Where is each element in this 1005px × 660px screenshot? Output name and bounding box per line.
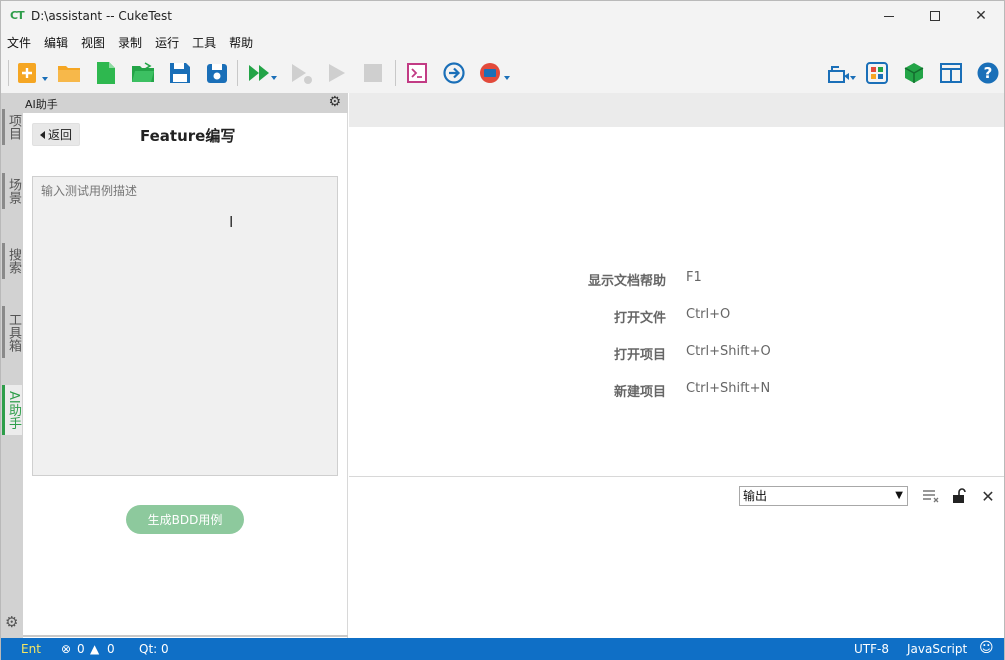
close-button[interactable]: ✕ (958, 1, 1004, 31)
language-status[interactable]: JavaScript (907, 642, 967, 656)
shortcut-label: 显示文档帮助 (587, 274, 666, 289)
app-window: CT D:\assistant -- CukeTest ✕ 文件 编辑 视图 录… (0, 0, 1005, 660)
left-tab-strip: 项目 场景 搜索 工具箱 AI助手 ⚙ (1, 93, 23, 638)
toolbar-separator (8, 60, 9, 86)
chevron-down-icon[interactable] (504, 76, 510, 80)
package-icon[interactable] (902, 61, 926, 85)
close-icon[interactable]: ✕ (978, 486, 998, 506)
chevron-down-icon[interactable] (850, 76, 856, 80)
tab-toolbox[interactable]: 工具箱 (2, 306, 22, 358)
title-bar: CT D:\assistant -- CukeTest ✕ (1, 1, 1004, 31)
minimize-icon (884, 15, 894, 17)
feature-title: Feature编写 (140, 127, 236, 145)
new-document-icon[interactable] (94, 61, 118, 85)
editor-welcome: 显示文档帮助 F1 打开文件 Ctrl+O 打开项目 Ctrl+Shift+O … (349, 127, 1004, 477)
svg-text:?: ? (984, 64, 993, 82)
back-button[interactable]: 返回 (32, 123, 80, 146)
tab-project[interactable]: 项目 (2, 109, 22, 145)
gear-icon[interactable]: ⚙ (328, 94, 341, 110)
error-count[interactable]: 0 (77, 642, 85, 656)
maximize-icon (930, 11, 940, 21)
open-project-icon[interactable] (131, 61, 155, 85)
output-select-value: 输出 (743, 489, 768, 503)
shortcut-key: Ctrl+O (686, 307, 731, 322)
shortcut-row: 新建项目 Ctrl+Shift+N (349, 381, 1004, 401)
minimize-button[interactable] (866, 1, 912, 31)
back-label: 返回 (47, 128, 72, 142)
chevron-down-icon: ▼ (895, 490, 903, 501)
text-cursor-icon: I (229, 213, 234, 231)
model-manager-icon[interactable] (865, 61, 889, 85)
lock-icon[interactable] (949, 486, 969, 506)
ai-panel: 返回 Feature编写 输入测试用例描述 I 生成BDD用例 (23, 113, 348, 638)
shortcut-key: Ctrl+Shift+O (686, 344, 771, 359)
qt-status[interactable]: Qt: 0 (139, 642, 169, 656)
test-description-input[interactable]: 输入测试用例描述 I (32, 176, 338, 476)
goto-icon[interactable] (442, 61, 466, 85)
error-icon: ⊗ (61, 642, 72, 656)
run-icon[interactable] (325, 61, 349, 85)
menu-record[interactable]: 录制 (118, 34, 142, 51)
close-icon: ✕ (975, 8, 987, 24)
shortcut-row: 打开项目 Ctrl+Shift+O (349, 344, 1004, 364)
maximize-button[interactable] (912, 1, 958, 31)
menu-run[interactable]: 运行 (155, 34, 179, 51)
back-arrow-icon (39, 130, 45, 139)
run-step-icon[interactable] (289, 61, 313, 85)
shortcut-row: 显示文档帮助 F1 (349, 270, 1004, 290)
menu-edit[interactable]: 编辑 (44, 34, 68, 51)
help-icon[interactable]: ? (976, 61, 1000, 85)
warning-icon: ▲ (90, 642, 100, 656)
shortcut-label: 打开文件 (613, 311, 666, 326)
menu-file[interactable]: 文件 (7, 34, 31, 51)
app-logo: CT (10, 9, 25, 22)
ai-panel-header: AI助手 ⚙ (23, 93, 348, 113)
status-bar: Ent ⊗ 0 ▲ 0 Qt: 0 UTF-8 JavaScript ☺ (1, 638, 1004, 660)
tab-scenario[interactable]: 场景 (2, 173, 22, 209)
clear-output-icon[interactable] (921, 486, 941, 506)
feedback-smiley-icon[interactable]: ☺ (979, 640, 994, 656)
terminal-icon[interactable] (405, 61, 429, 85)
menu-tools[interactable]: 工具 (192, 34, 216, 51)
save-all-icon[interactable] (205, 61, 229, 85)
shortcut-key: F1 (686, 270, 702, 285)
settings-gear-icon[interactable]: ⚙ (5, 613, 18, 631)
shortcut-key: Ctrl+Shift+N (686, 381, 771, 396)
menu-view[interactable]: 视图 (81, 34, 105, 51)
encoding-status[interactable]: UTF-8 (854, 642, 889, 656)
tab-ai-assistant[interactable]: AI助手 (2, 385, 22, 435)
shortcut-label: 新建项目 (613, 385, 666, 400)
chevron-down-icon[interactable] (42, 77, 48, 81)
menu-bar: 文件 编辑 视图 录制 运行 工具 帮助 (1, 31, 1004, 53)
warning-count[interactable]: 0 (107, 642, 115, 656)
description-placeholder: 输入测试用例描述 (41, 184, 138, 198)
generate-bdd-button[interactable]: 生成BDD用例 (126, 505, 244, 534)
shortcut-label: 打开项目 (613, 348, 666, 363)
stop-icon[interactable] (361, 61, 385, 85)
divider (23, 635, 348, 637)
toolbar-separator (237, 60, 238, 86)
run-all-icon[interactable] (247, 61, 271, 85)
tab-search[interactable]: 搜索 (2, 243, 22, 279)
layout-icon[interactable] (939, 61, 963, 85)
editor-tab-bar (349, 93, 1004, 127)
output-select[interactable]: 输出 ▼ (739, 486, 908, 506)
ai-panel-title: AI助手 (25, 98, 58, 111)
output-panel: 输出 ▼ ✕ (349, 478, 1004, 638)
window-title: D:\assistant -- CukeTest (31, 9, 172, 23)
save-icon[interactable] (168, 61, 192, 85)
status-mode[interactable]: Ent (21, 642, 41, 656)
new-file-icon[interactable] (17, 61, 41, 85)
open-folder-icon[interactable] (57, 61, 81, 85)
toolbar-separator (395, 60, 396, 86)
recorder-settings-icon[interactable] (827, 61, 851, 85)
toolbar: ? (1, 53, 1004, 93)
chevron-down-icon[interactable] (271, 76, 277, 80)
shortcut-row: 打开文件 Ctrl+O (349, 307, 1004, 327)
menu-help[interactable]: 帮助 (229, 34, 253, 51)
record-icon[interactable] (478, 61, 502, 85)
